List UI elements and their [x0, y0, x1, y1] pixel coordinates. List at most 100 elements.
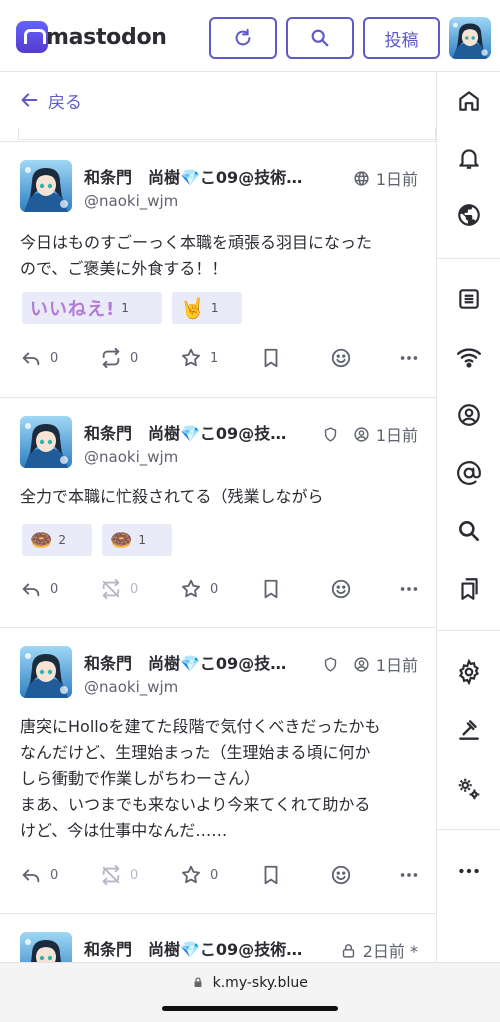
- author-avatar[interactable]: [20, 646, 72, 698]
- custom-emoji-iine: いいねえ!: [30, 299, 116, 320]
- author-display-name[interactable]: 和条門 尚樹💎こ09@技術…: [84, 936, 324, 960]
- reply-count: 0: [50, 581, 59, 597]
- nav-lists[interactable]: [437, 274, 500, 324]
- status-time[interactable]: 2日前 *: [363, 938, 418, 962]
- nav-notifications[interactable]: [437, 133, 500, 183]
- reply-button[interactable]: 0: [20, 578, 100, 600]
- status-time[interactable]: 1日前: [376, 652, 418, 676]
- author-display-name[interactable]: 和条門 尚樹💎こ09@技…: [84, 420, 314, 444]
- logo-text: mastodon: [46, 24, 167, 50]
- home-icon: [459, 91, 479, 111]
- bookmarks-icon: [461, 578, 478, 600]
- refresh-button[interactable]: [209, 17, 277, 59]
- nav-more[interactable]: [437, 846, 500, 896]
- search-button[interactable]: [286, 17, 354, 59]
- status-actions: 0 0 1: [20, 343, 420, 373]
- nav-divider: [437, 630, 500, 631]
- post-button[interactable]: 投稿: [363, 17, 440, 59]
- back-button[interactable]: 戻る: [0, 72, 436, 128]
- status-card[interactable]: 和条門 尚樹💎こ09@技術… 2日前 *: [0, 913, 436, 962]
- status-card[interactable]: 和条門 尚樹💎こ09@技… @naoki_wjm 1日前 唐突にHolloを建て…: [0, 627, 436, 913]
- favourite-count: 0: [210, 581, 219, 597]
- avatar-image: [20, 932, 72, 962]
- reaction-chip[interactable]: 🤘 1: [172, 292, 242, 324]
- smile-icon: [331, 865, 351, 885]
- author-avatar[interactable]: [20, 160, 72, 212]
- favourite-button[interactable]: 1: [180, 347, 260, 369]
- emoji-react-button[interactable]: [330, 864, 400, 886]
- content-line: しら衝動で作業しがちわーさん）: [20, 769, 261, 788]
- author-handle[interactable]: @naoki_wjm: [84, 192, 178, 210]
- author-display-name[interactable]: 和条門 尚樹💎こ09@技…: [84, 650, 314, 674]
- status-content: 今日はものすごーっく本職を頑張る羽目になった ので、ご褒美に外食する！！: [20, 230, 418, 282]
- mastodon-logo-icon: [16, 21, 48, 53]
- more-button[interactable]: [398, 343, 420, 373]
- reply-button[interactable]: 0: [20, 864, 100, 886]
- nav-local[interactable]: [437, 332, 500, 382]
- reply-count: 0: [50, 350, 59, 366]
- reaction-count: 1: [138, 533, 147, 547]
- at-icon: [457, 461, 481, 485]
- nav-mentions[interactable]: [437, 448, 500, 498]
- boost-count: 0: [130, 581, 139, 597]
- favourite-button[interactable]: 0: [180, 578, 260, 600]
- boost-icon: [102, 347, 120, 369]
- reaction-chip[interactable]: 🍩 1: [102, 524, 172, 556]
- author-display-name[interactable]: 和条門 尚樹💎こ09@技術…: [84, 164, 330, 188]
- bookmark-button[interactable]: [260, 578, 330, 600]
- home-indicator[interactable]: [162, 1006, 338, 1011]
- status-time[interactable]: 1日前: [376, 166, 418, 190]
- thread-context-edge: [18, 128, 436, 140]
- nav-search[interactable]: [437, 506, 500, 556]
- author-avatar[interactable]: [20, 416, 72, 468]
- search-icon: [459, 521, 479, 541]
- nav-divider: [437, 829, 500, 830]
- boost-count: 0: [130, 350, 139, 366]
- url-text: k.my-sky.blue: [212, 975, 308, 991]
- more-button[interactable]: [398, 574, 420, 604]
- content-line: 全力で本職に忙殺されてる（残業しながら: [20, 487, 324, 506]
- favourite-count: 1: [210, 350, 219, 366]
- reply-button[interactable]: 0: [20, 347, 100, 369]
- nav-settings[interactable]: [437, 647, 500, 697]
- reaction-chip[interactable]: いいねえ! 1: [22, 292, 162, 324]
- nav-bookmarks[interactable]: [437, 564, 500, 614]
- smile-icon: [331, 348, 351, 368]
- globe-icon: [458, 204, 480, 226]
- status-card[interactable]: 和条門 尚樹💎こ09@技… @naoki_wjm 1日前 全力で本職に忙殺されて…: [0, 397, 436, 627]
- unlisted-icon: [354, 656, 369, 672]
- status-meta: 2日前 *: [340, 938, 418, 962]
- bookmark-button[interactable]: [260, 347, 330, 369]
- reaction-chip[interactable]: 🍩 2: [22, 524, 92, 556]
- author-handle[interactable]: @naoki_wjm: [84, 678, 178, 696]
- gear-icon: [458, 659, 480, 685]
- boost-button[interactable]: 0: [100, 347, 180, 369]
- status-card[interactable]: 和条門 尚樹💎こ09@技術… @naoki_wjm 1日前 今日はものすごーっく…: [0, 141, 436, 397]
- boost-disabled-icon: [102, 578, 120, 600]
- address-field[interactable]: k.my-sky.blue: [0, 975, 500, 991]
- wifi-icon: [456, 348, 482, 368]
- status-time[interactable]: 1日前: [376, 422, 418, 446]
- emoji-react-button[interactable]: [330, 347, 400, 369]
- my-avatar[interactable]: [449, 17, 491, 59]
- nav-explore[interactable]: [437, 190, 500, 240]
- nav-home[interactable]: [437, 76, 500, 126]
- more-button[interactable]: [398, 860, 420, 890]
- favourite-button[interactable]: 0: [180, 864, 260, 886]
- emoji-rock-hand: 🤘: [180, 296, 205, 320]
- content-line: ので、ご褒美に外食する！！: [20, 259, 228, 278]
- nav-profile[interactable]: [437, 390, 500, 440]
- top-bar: mastodon 投稿: [0, 0, 500, 72]
- nav-moderation[interactable]: [437, 705, 500, 755]
- author-handle[interactable]: @naoki_wjm: [84, 448, 178, 466]
- nav-preferences[interactable]: [437, 764, 500, 814]
- star-icon: [182, 348, 200, 367]
- arrow-left-icon: [21, 93, 38, 107]
- bookmark-button[interactable]: [260, 864, 330, 886]
- emoji-react-button[interactable]: [330, 578, 400, 600]
- back-label: 戻る: [48, 92, 82, 113]
- mastodon-logo[interactable]: mastodon: [16, 20, 167, 54]
- author-avatar[interactable]: [20, 932, 72, 962]
- status-meta: 1日前: [353, 166, 418, 190]
- browser-address-bar[interactable]: k.my-sky.blue: [0, 962, 500, 1022]
